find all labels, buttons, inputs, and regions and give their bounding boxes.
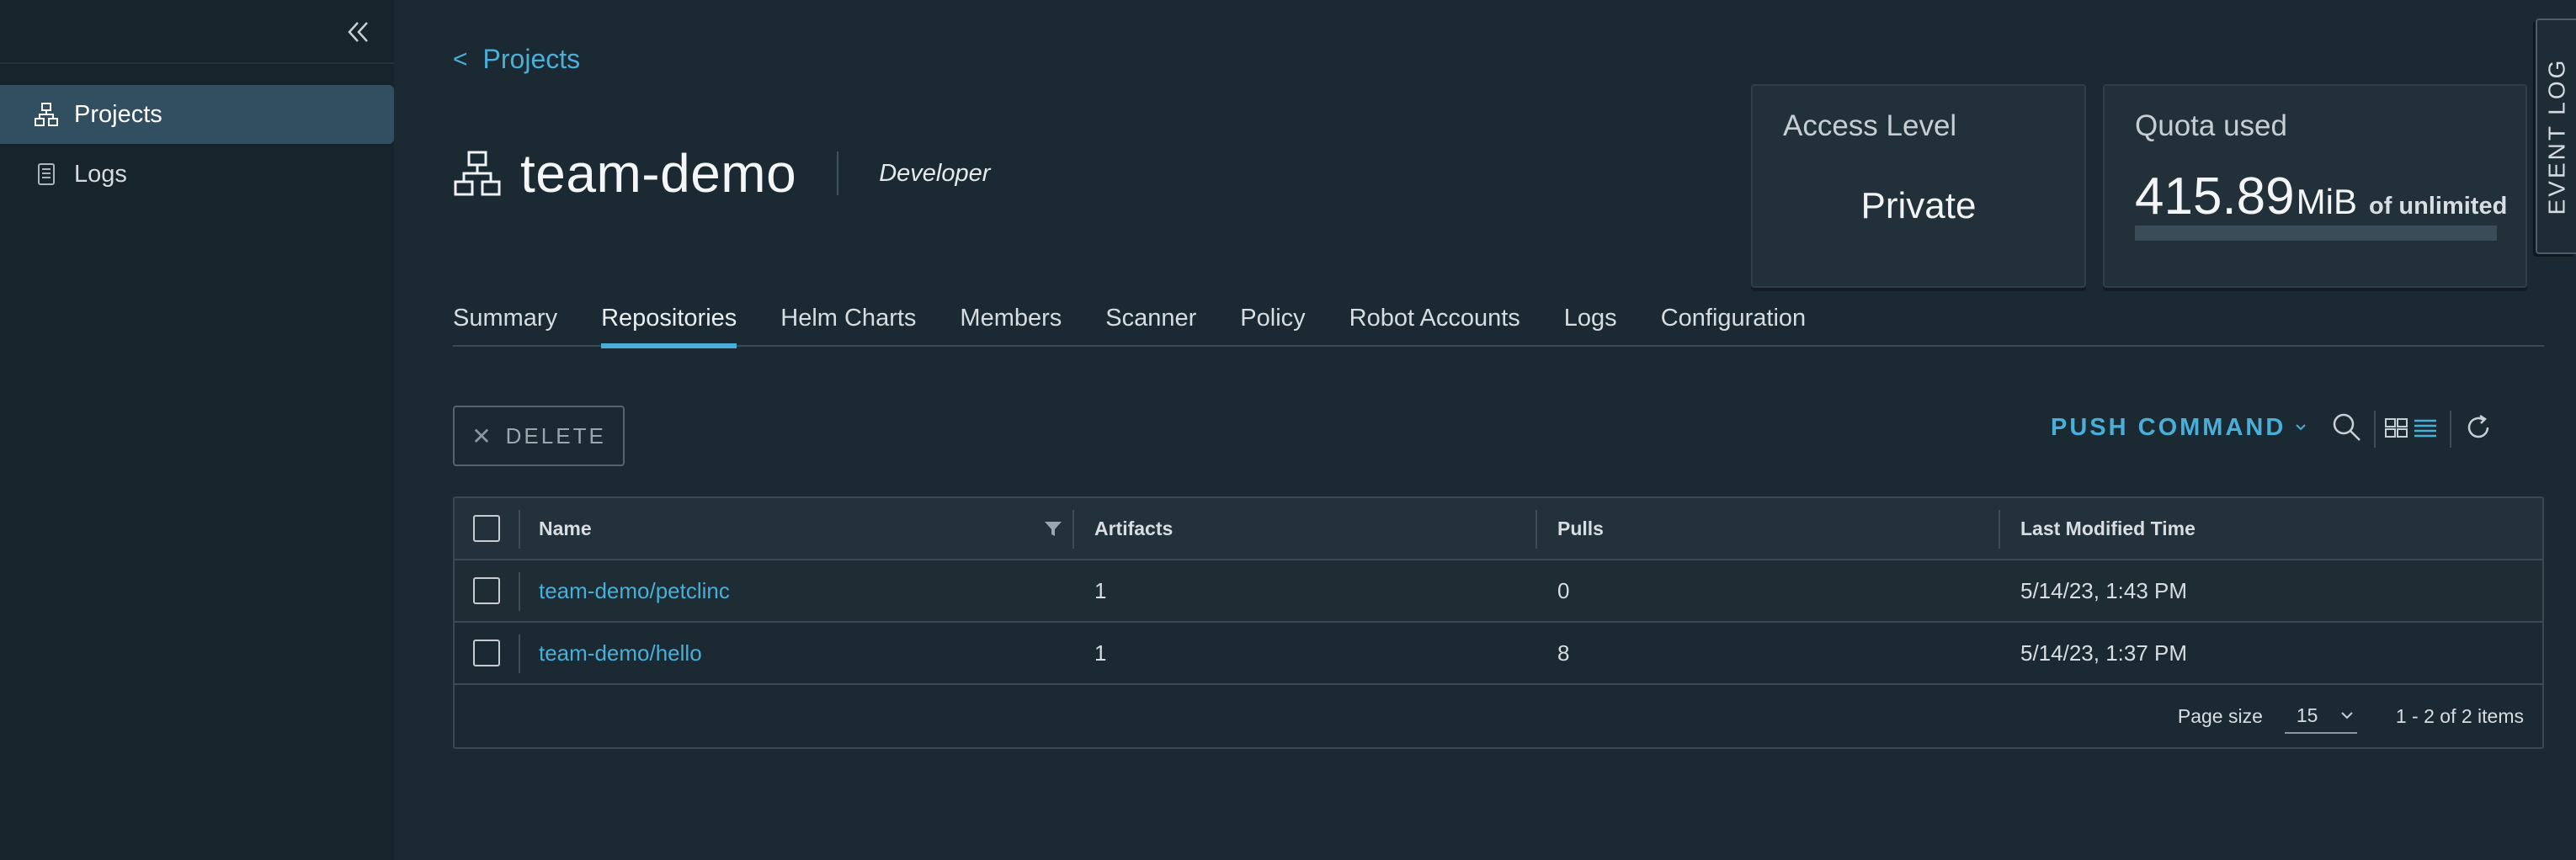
sidebar-item-label: Projects	[74, 100, 162, 128]
push-command-label: PUSH COMMAND	[2051, 413, 2286, 441]
quota-progress-bar	[2135, 226, 2497, 241]
refresh-button[interactable]	[2462, 411, 2495, 444]
name-filter-button[interactable]	[1042, 498, 1064, 559]
row-checkbox[interactable]	[473, 640, 500, 666]
sidebar-item-label: Logs	[74, 160, 127, 188]
pagination-range: 1 - 2 of 2 items	[2395, 704, 2524, 727]
toolbar-divider	[2450, 411, 2451, 448]
quota-title: Quota used	[2135, 109, 2287, 142]
quota-amount: 415.89	[2135, 167, 2295, 226]
breadcrumb-projects-link[interactable]: < Projects	[453, 44, 580, 75]
sidebar: Projects Logs	[0, 0, 394, 860]
column-divider	[1535, 510, 1537, 549]
toolbar-divider	[2374, 411, 2376, 448]
tab-robot-accounts[interactable]: Robot Accounts	[1349, 301, 1520, 347]
row-checkbox[interactable]	[473, 577, 500, 604]
last-modified-time: 5/14/23, 1:43 PM	[2020, 577, 2188, 603]
logs-icon	[34, 160, 62, 188]
table-row: team-demo/petclinc 1 0 5/14/23, 1:43 PM	[455, 560, 2542, 623]
quota-unit: MiB	[2296, 182, 2357, 221]
delete-button[interactable]: ✕ DELETE	[453, 406, 625, 466]
column-divider	[519, 572, 520, 611]
page-size-value: 15	[2296, 703, 2318, 726]
event-log-label: EVENT LOG	[2543, 57, 2570, 215]
tab-summary[interactable]: Summary	[453, 301, 557, 347]
pulls-count: 8	[1557, 640, 1570, 666]
sidebar-item-projects[interactable]: Projects	[0, 85, 394, 144]
pulls-count: 0	[1557, 577, 1570, 603]
tab-configuration[interactable]: Configuration	[1661, 301, 1807, 347]
tab-members[interactable]: Members	[960, 301, 1062, 347]
chevron-down-icon	[2341, 712, 2354, 719]
project-tabs: Summary Repositories Helm Charts Members…	[453, 301, 2544, 348]
quota-card: Quota used 415.89 MiB of unlimited	[2103, 84, 2527, 288]
sidebar-item-logs[interactable]: Logs	[0, 145, 394, 204]
refresh-icon	[2467, 414, 2489, 438]
tab-scanner[interactable]: Scanner	[1105, 301, 1196, 347]
card-view-icon	[2385, 418, 2408, 438]
event-log-toggle[interactable]: EVENT LOG	[2536, 19, 2576, 254]
access-level-value: Private	[1860, 185, 1977, 226]
double-chevron-left-icon	[348, 22, 368, 42]
breadcrumb-label: Projects	[482, 44, 581, 74]
title-divider	[837, 151, 839, 195]
filter-icon	[1045, 522, 1062, 536]
chevron-down-icon	[2296, 424, 2306, 431]
project-role: Developer	[879, 159, 991, 187]
push-command-dropdown[interactable]: PUSH COMMAND	[2051, 411, 2307, 444]
page-size-label: Page size	[2177, 704, 2263, 727]
close-icon: ✕	[471, 422, 494, 449]
delete-label: DELETE	[505, 422, 606, 449]
column-header-name[interactable]: Name	[539, 498, 592, 559]
project-header: team-demo Developer	[453, 141, 990, 205]
chevron-left-icon: <	[453, 45, 468, 73]
table-header: Name Artifacts Pulls Last Modified Time	[455, 498, 2542, 560]
quota-value: 415.89 MiB of unlimited	[2135, 167, 2507, 226]
page-title: team-demo	[520, 143, 797, 204]
main-content: < Projects team-demo Developer Access Le…	[394, 0, 2576, 860]
column-divider	[519, 634, 520, 673]
view-toggle-button[interactable]	[2384, 411, 2438, 444]
repository-link[interactable]: team-demo/petclinc	[539, 560, 730, 621]
column-header-last-modified[interactable]: Last Modified Time	[2020, 498, 2195, 559]
sidebar-divider	[0, 62, 394, 64]
tab-helm-charts[interactable]: Helm Charts	[780, 301, 916, 347]
last-modified-time: 5/14/23, 1:37 PM	[2020, 640, 2188, 666]
column-header-pulls[interactable]: Pulls	[1557, 498, 1604, 559]
projects-icon	[34, 100, 62, 129]
access-level-title: Access Level	[1783, 109, 1957, 142]
quota-limit: of unlimited	[2368, 193, 2508, 220]
table-row: team-demo/hello 1 8 5/14/23, 1:37 PM	[455, 623, 2542, 685]
table-footer: Page size 15 1 - 2 of 2 items	[455, 685, 2542, 747]
tab-policy[interactable]: Policy	[1240, 301, 1305, 347]
artifacts-count: 1	[1094, 577, 1107, 603]
project-icon	[454, 151, 501, 196]
repository-link[interactable]: team-demo/hello	[539, 623, 702, 683]
select-all-checkbox[interactable]	[473, 515, 500, 542]
column-divider	[519, 510, 520, 549]
tab-repositories[interactable]: Repositories	[601, 301, 737, 348]
tab-logs[interactable]: Logs	[1564, 301, 1617, 347]
collapse-sidebar-button[interactable]	[340, 15, 377, 49]
access-level-card: Access Level Private	[1751, 84, 2086, 288]
repositories-table: Name Artifacts Pulls Last Modified Time …	[453, 496, 2544, 749]
column-header-artifacts[interactable]: Artifacts	[1094, 498, 1173, 559]
search-button[interactable]	[2330, 411, 2364, 444]
artifacts-count: 1	[1094, 640, 1107, 666]
column-divider	[1072, 510, 1074, 549]
list-view-icon	[2414, 419, 2436, 438]
column-divider	[1999, 510, 2000, 549]
search-icon	[2333, 413, 2360, 441]
page-size-select[interactable]: 15	[2284, 698, 2357, 734]
